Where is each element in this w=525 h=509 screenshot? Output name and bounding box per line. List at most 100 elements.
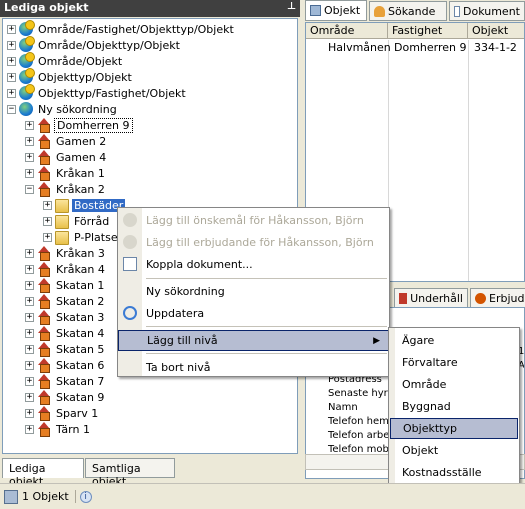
submenu-item[interactable]: Objekttyp: [390, 418, 518, 439]
tree-node[interactable]: + Skatan 3: [25, 309, 106, 325]
tree-node-label[interactable]: Ny sökordning: [36, 103, 119, 116]
tree-node[interactable]: + Sparv 1: [25, 405, 100, 421]
tab-dokument[interactable]: Dokument: [449, 1, 525, 21]
tree-node[interactable]: + Område/Objekttyp/Objekt: [7, 36, 182, 53]
context-menu-item[interactable]: Lägg till erbjudande för Håkansson, Björ…: [118, 232, 389, 253]
expand-icon[interactable]: +: [25, 328, 34, 338]
tree-node[interactable]: + Område/Objekt: [7, 52, 124, 69]
tree-node-label[interactable]: Gamen 4: [54, 151, 108, 164]
context-menu-item[interactable]: Lägg till önskemål för Håkansson, Björn: [118, 210, 389, 231]
tree-node-label[interactable]: Skatan 6: [54, 359, 106, 372]
expand-icon[interactable]: +: [25, 408, 34, 418]
tab-erbjud[interactable]: Erbjud: [470, 288, 525, 308]
expand-icon[interactable]: +: [43, 232, 52, 242]
tree-node[interactable]: − Ny sökordning: [7, 101, 119, 117]
tree-node[interactable]: + Skatan 2: [25, 293, 106, 309]
grid-cell-fastighet[interactable]: Domherren 9: [390, 40, 471, 56]
expand-icon[interactable]: +: [25, 280, 34, 290]
pin-icon[interactable]: ⊥: [287, 1, 296, 12]
tree-node-label[interactable]: Objekttyp/Objekt: [36, 71, 134, 84]
tree-node-label[interactable]: Kråkan 3: [54, 247, 107, 260]
tree-node[interactable]: + Kråkan 4: [25, 261, 107, 277]
collapse-icon[interactable]: −: [25, 184, 34, 194]
expand-icon[interactable]: +: [25, 296, 34, 306]
tree-node-label[interactable]: Kråkan 4: [54, 263, 107, 276]
tree-node-label[interactable]: Område/Fastighet/Objekttyp/Objekt: [36, 23, 236, 36]
tab-sokande[interactable]: Sökande: [369, 1, 447, 21]
expand-icon[interactable]: +: [7, 72, 16, 82]
column-header-fastighet[interactable]: Fastighet: [388, 23, 468, 39]
expand-icon[interactable]: +: [25, 152, 34, 162]
submenu-item[interactable]: Ägare: [390, 330, 518, 351]
expand-icon[interactable]: +: [25, 168, 34, 178]
expand-icon[interactable]: +: [25, 376, 34, 386]
submenu-item[interactable]: Objekt: [390, 440, 518, 461]
tree-node[interactable]: + Kråkan 3: [25, 245, 107, 261]
tree-node[interactable]: + Skatan 5: [25, 341, 106, 357]
expand-icon[interactable]: +: [7, 56, 16, 66]
column-header-objekt[interactable]: Objekt: [468, 23, 524, 39]
tab-underhall[interactable]: Underhåll: [394, 288, 468, 308]
grid-cell-objekt[interactable]: 334-1-2: [470, 40, 521, 56]
tree-node-label[interactable]: Gamen 2: [54, 135, 108, 148]
tree-node[interactable]: + Kråkan 1: [25, 165, 107, 181]
context-menu-item[interactable]: Ny sökordning: [118, 281, 389, 302]
expand-icon[interactable]: +: [7, 40, 16, 50]
submenu-item[interactable]: Område: [390, 374, 518, 395]
tree-node-label[interactable]: Skatan 5: [54, 343, 106, 356]
expand-icon[interactable]: +: [25, 344, 34, 354]
column-header-omrade[interactable]: Område: [306, 23, 388, 39]
submenu-item[interactable]: Kostnadsställe: [390, 462, 518, 483]
tree-node-label[interactable]: Domherren 9: [54, 117, 133, 133]
expand-icon[interactable]: +: [25, 360, 34, 370]
expand-icon[interactable]: +: [25, 264, 34, 274]
tree-node[interactable]: + Bostäder: [43, 197, 126, 213]
submenu-item[interactable]: Förvaltare: [390, 352, 518, 373]
tree-node-label[interactable]: Kråkan 2: [54, 183, 107, 196]
submenu-item[interactable]: Byggnad: [390, 396, 518, 417]
tree-node-label[interactable]: Skatan 4: [54, 327, 106, 340]
tree-node[interactable]: + Gamen 2: [25, 133, 108, 149]
expand-icon[interactable]: +: [25, 312, 34, 322]
tree-node-label[interactable]: Skatan 2: [54, 295, 106, 308]
tree-node[interactable]: + Skatan 7: [25, 373, 106, 389]
tree-node[interactable]: + Domherren 9: [25, 117, 133, 133]
tree-node[interactable]: − Kråkan 2: [25, 181, 107, 197]
tree-node[interactable]: + Gamen 4: [25, 149, 108, 165]
tree-node[interactable]: + Område/Fastighet/Objekttyp/Objekt: [7, 20, 236, 37]
expand-icon[interactable]: +: [7, 24, 16, 34]
tab-objekt[interactable]: Objekt: [305, 0, 367, 21]
expand-icon[interactable]: +: [25, 424, 34, 434]
tree-node[interactable]: + Förråd: [43, 213, 111, 229]
expand-icon[interactable]: +: [25, 392, 34, 402]
tree-node-label[interactable]: Kråkan 1: [54, 167, 107, 180]
tab-lediga-objekt[interactable]: Lediga objekt: [2, 458, 84, 488]
expand-icon[interactable]: +: [25, 136, 34, 146]
tree-node-label[interactable]: Objekttyp/Fastighet/Objekt: [36, 87, 188, 100]
tab-samtliga-objekt[interactable]: Samtliga objekt: [85, 458, 175, 488]
tree-node[interactable]: + Tärn 1: [25, 421, 92, 437]
tree-node-label[interactable]: Förråd: [72, 215, 111, 228]
tree-node[interactable]: + Skatan 9: [25, 389, 106, 405]
tree-node-label[interactable]: Sparv 1: [54, 407, 100, 420]
context-menu-item[interactable]: Ta bort nivå: [118, 357, 389, 378]
tree-node[interactable]: + Skatan 1: [25, 277, 106, 293]
collapse-icon[interactable]: −: [7, 104, 16, 114]
context-menu-item[interactable]: Koppla dokument...: [118, 254, 389, 275]
tree-node[interactable]: + Objekttyp/Objekt: [7, 68, 134, 85]
tree-node[interactable]: + Skatan 6: [25, 357, 106, 373]
expand-icon[interactable]: +: [43, 200, 52, 210]
tree-node[interactable]: + Objekttyp/Fastighet/Objekt: [7, 84, 188, 101]
expand-icon[interactable]: +: [43, 216, 52, 226]
tree-node-label[interactable]: Område/Objekt: [36, 55, 124, 68]
context-menu-item[interactable]: Uppdatera: [118, 303, 389, 324]
tree-node-label[interactable]: Skatan 9: [54, 391, 106, 404]
context-menu-item[interactable]: Lägg till nivå ▶: [118, 330, 389, 351]
grid-cell-omrade[interactable]: Halvmånen: [324, 40, 395, 56]
expand-icon[interactable]: +: [25, 120, 34, 130]
tree-node-label[interactable]: Område/Objekttyp/Objekt: [36, 39, 182, 52]
expand-icon[interactable]: +: [7, 88, 16, 98]
tree-node-label[interactable]: Skatan 7: [54, 375, 106, 388]
expand-icon[interactable]: +: [25, 248, 34, 258]
tree-node-label[interactable]: Skatan 3: [54, 311, 106, 324]
